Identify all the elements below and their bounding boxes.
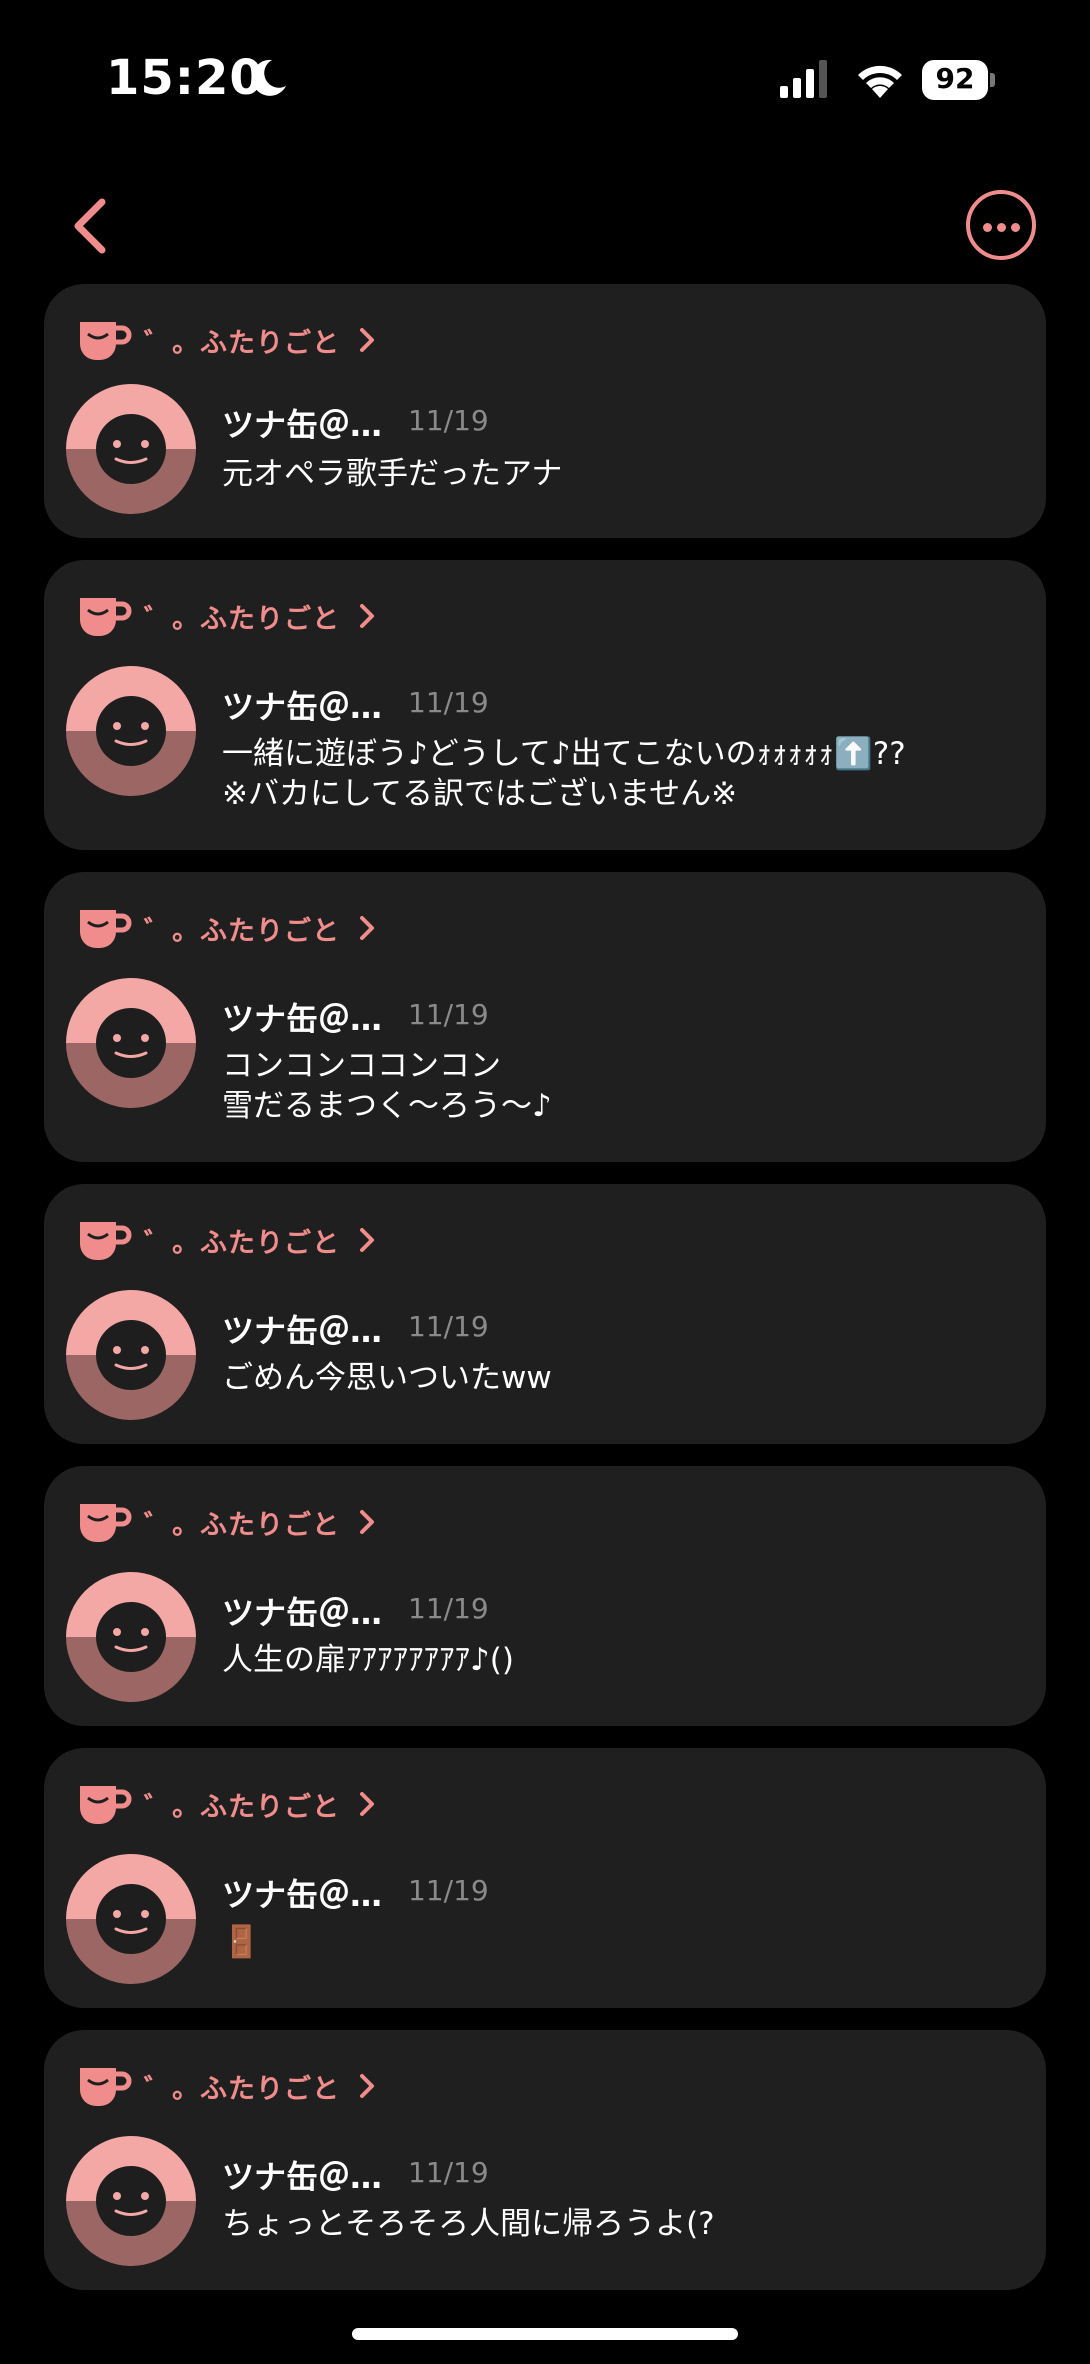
group-name: ゛。ふたりごと xyxy=(144,603,340,635)
home-indicator[interactable] xyxy=(352,2328,738,2340)
group-link[interactable]: ゛。ふたりごと xyxy=(76,2064,376,2108)
author-name: ツナ缶＠… xyxy=(222,1594,383,1632)
avatar[interactable] xyxy=(66,1854,196,1984)
back-chevron-icon[interactable] xyxy=(66,196,112,256)
cup-icon xyxy=(80,910,132,948)
moon-icon xyxy=(251,59,286,96)
post-card[interactable]: ゛。ふたりごと ツナ缶＠… 11/19 一緒に遊ぼう♪どうして♪出てこないのｫｫ… xyxy=(44,560,1046,850)
post-message: ごめん今思いついたww xyxy=(222,1360,552,1396)
author-name: ツナ缶＠… xyxy=(222,1000,383,1038)
post-date: 11/19 xyxy=(408,1874,489,1907)
group-link[interactable]: ゛。ふたりごと xyxy=(76,318,376,362)
battery-indicator: 92 xyxy=(922,60,996,100)
author-name: ツナ缶＠… xyxy=(222,1876,383,1914)
more-options-button[interactable] xyxy=(966,190,1036,260)
post-date: 11/19 xyxy=(408,686,489,719)
battery-level: 92 xyxy=(935,62,975,95)
group-link[interactable]: ゛。ふたりごと xyxy=(76,906,376,950)
post-message: 人生の扉ｱｱｱｱｱｱｱｱ♪() xyxy=(222,1642,514,1678)
status-bar: 15:20 92 xyxy=(0,0,1090,160)
group-name: ゛。ふたりごと xyxy=(144,1509,340,1541)
cup-icon xyxy=(80,322,132,360)
avatar[interactable] xyxy=(66,1290,196,1420)
cup-icon xyxy=(80,598,132,636)
post-card[interactable]: ゛。ふたりごと ツナ缶＠… 11/19 コンコンココンコン 雪だるまつく〜ろう〜… xyxy=(44,872,1046,1162)
chevron-right-icon xyxy=(360,604,374,628)
avatar[interactable] xyxy=(66,384,196,514)
post-message: 🚪 xyxy=(222,1924,261,1960)
chevron-right-icon xyxy=(360,328,374,352)
chevron-right-icon xyxy=(360,1228,374,1252)
avatar[interactable] xyxy=(66,978,196,1108)
post-message: 元オペラ歌手だったアナ xyxy=(222,456,563,492)
post-message: 一緒に遊ぼう♪どうして♪出てこないのｫｫｫｫｫ⬆️?? ※バカにしてる訳ではござ… xyxy=(222,736,906,812)
post-date: 11/19 xyxy=(408,998,489,1031)
post-message: コンコンココンコン 雪だるまつく〜ろう〜♪ xyxy=(222,1048,552,1124)
chevron-right-icon xyxy=(360,1792,374,1816)
chevron-right-icon xyxy=(360,916,374,940)
avatar[interactable] xyxy=(66,1572,196,1702)
avatar[interactable] xyxy=(66,666,196,796)
avatar[interactable] xyxy=(66,2136,196,2266)
author-name: ツナ缶＠… xyxy=(222,406,383,444)
more-dot-icon xyxy=(997,223,1006,232)
more-dot-icon xyxy=(1011,223,1020,232)
cup-icon xyxy=(80,1504,132,1542)
group-name: ゛。ふたりごと xyxy=(144,1791,340,1823)
author-name: ツナ缶＠… xyxy=(222,1312,383,1350)
group-name: ゛。ふたりごと xyxy=(144,915,340,947)
post-date: 11/19 xyxy=(408,2156,489,2189)
group-link[interactable]: ゛。ふたりごと xyxy=(76,594,376,638)
wifi-icon xyxy=(858,65,902,98)
cup-icon xyxy=(80,1786,132,1824)
post-card[interactable]: ゛。ふたりごと ツナ缶＠… 11/19 ちょっとそろそろ人間に帰ろうよ(? xyxy=(44,2030,1046,2290)
more-dot-icon xyxy=(983,223,992,232)
group-name: ゛。ふたりごと xyxy=(144,2073,340,2105)
chevron-right-icon xyxy=(360,1510,374,1534)
group-link[interactable]: ゛。ふたりごと xyxy=(76,1218,376,1262)
post-card[interactable]: ゛。ふたりごと ツナ缶＠… 11/19 人生の扉ｱｱｱｱｱｱｱｱ♪() xyxy=(44,1466,1046,1726)
post-date: 11/19 xyxy=(408,1592,489,1625)
post-card[interactable]: ゛。ふたりごと ツナ缶＠… 11/19 ごめん今思いついたww xyxy=(44,1184,1046,1444)
author-name: ツナ缶＠… xyxy=(222,688,383,726)
post-date: 11/19 xyxy=(408,1310,489,1343)
group-name: ゛。ふたりごと xyxy=(144,1227,340,1259)
status-time: 15:20 xyxy=(106,50,264,106)
group-link[interactable]: ゛。ふたりごと xyxy=(76,1500,376,1544)
author-name: ツナ缶＠… xyxy=(222,2158,383,2196)
post-date: 11/19 xyxy=(408,404,489,437)
post-card[interactable]: ゛。ふたりごと ツナ缶＠… 11/19 元オペラ歌手だったアナ xyxy=(44,284,1046,538)
chevron-right-icon xyxy=(360,2074,374,2098)
group-name: ゛。ふたりごと xyxy=(144,327,340,359)
post-message: ちょっとそろそろ人間に帰ろうよ(? xyxy=(222,2206,715,2242)
cup-icon xyxy=(80,1222,132,1260)
post-card[interactable]: ゛。ふたりごと ツナ缶＠… 11/19 🚪 xyxy=(44,1748,1046,2008)
group-link[interactable]: ゛。ふたりごと xyxy=(76,1782,376,1826)
cup-icon xyxy=(80,2068,132,2106)
cellular-signal-icon xyxy=(780,60,827,98)
